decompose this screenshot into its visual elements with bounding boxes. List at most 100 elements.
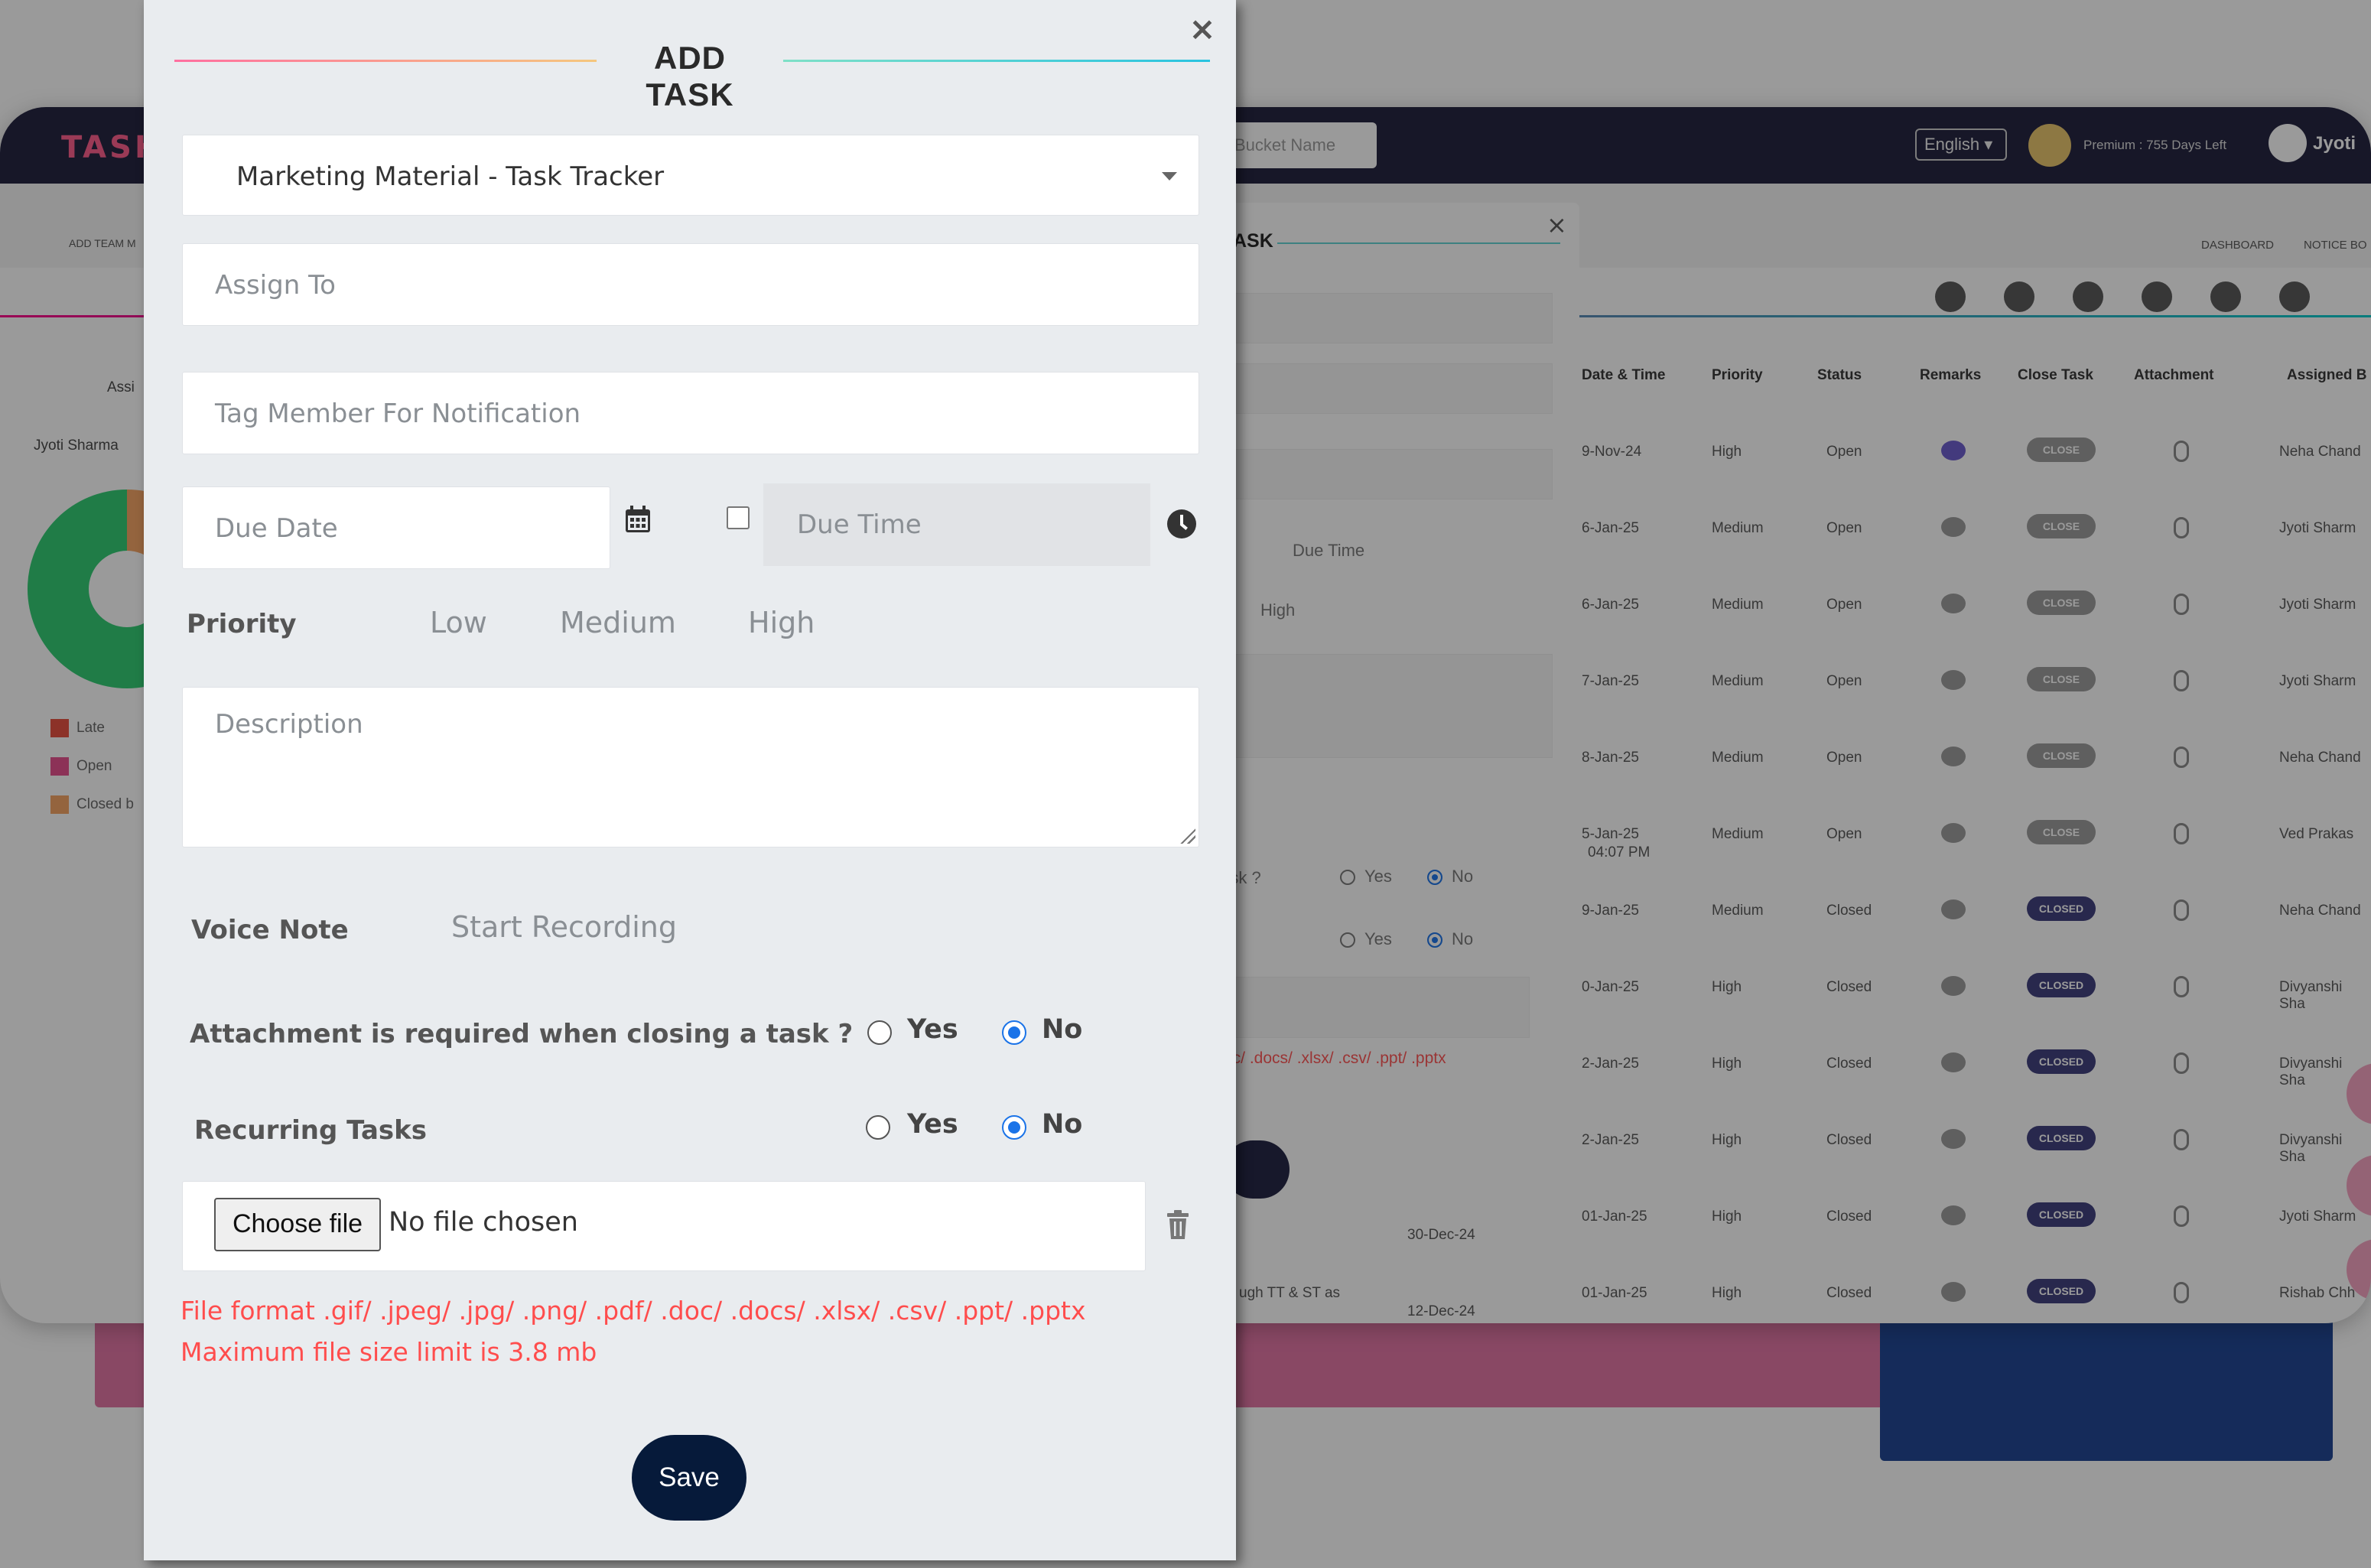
paperclip-icon[interactable] xyxy=(2174,1282,2189,1303)
due-date-input[interactable]: Due Date xyxy=(182,486,610,569)
dashboard-label[interactable]: DASHBOARD xyxy=(2201,239,2274,252)
close-task-button[interactable]: CLOSE xyxy=(2027,743,2096,768)
add-team-label[interactable]: ADD TEAM M xyxy=(69,237,136,249)
eye-icon[interactable] xyxy=(1935,281,1966,312)
tag-member-input[interactable]: Tag Member For Notification xyxy=(182,372,1199,454)
paperclip-icon[interactable] xyxy=(2174,594,2189,615)
user-avatar[interactable] xyxy=(2269,124,2307,162)
bg-priority-high: High xyxy=(1260,600,1296,620)
video-icon[interactable] xyxy=(2142,281,2172,312)
comment-icon[interactable] xyxy=(1941,517,1966,537)
paperclip-icon[interactable] xyxy=(2174,670,2189,691)
paperclip-icon[interactable] xyxy=(2174,517,2189,538)
recurring-yes-radio[interactable] xyxy=(866,1115,890,1140)
attachment-required-yes-label: Yes xyxy=(907,1014,958,1045)
paperclip-icon[interactable] xyxy=(2174,1205,2189,1227)
close-icon[interactable]: × xyxy=(1547,210,1567,239)
notice-board-icon[interactable] xyxy=(2279,281,2310,312)
paperclip-icon[interactable] xyxy=(2174,1129,2189,1150)
bg-description[interactable] xyxy=(1224,654,1553,758)
notice-board-label[interactable]: NOTICE BO xyxy=(2304,239,2367,252)
bg-due-time: Due Time xyxy=(1293,541,1365,560)
comment-icon[interactable] xyxy=(1941,899,1966,919)
close-task-button[interactable]: CLOSE xyxy=(2027,514,2096,538)
close-task-button[interactable]: CLOSED xyxy=(2027,1126,2096,1150)
paperclip-icon[interactable] xyxy=(2174,1052,2189,1074)
paperclip-icon[interactable] xyxy=(2174,747,2189,768)
choose-file-button[interactable]: Choose file xyxy=(214,1198,381,1251)
priority-option-high[interactable]: High xyxy=(748,606,815,639)
priority-option-low[interactable]: Low xyxy=(430,606,487,639)
calendar-icon[interactable] xyxy=(624,505,652,534)
close-task-button[interactable]: CLOSED xyxy=(2027,1049,2096,1074)
recurring-no-label: No xyxy=(1042,1109,1083,1140)
bg-input-field[interactable] xyxy=(1224,449,1553,499)
due-time-checkbox[interactable] xyxy=(727,506,750,529)
close-task-button[interactable]: CLOSED xyxy=(2027,1202,2096,1227)
bg-radio-yes[interactable] xyxy=(1340,870,1355,885)
close-task-button[interactable]: CLOSE xyxy=(2027,667,2096,691)
user-name[interactable]: Jyoti xyxy=(2313,133,2356,155)
comment-icon[interactable] xyxy=(1941,670,1966,690)
comment-icon[interactable] xyxy=(1941,1129,1966,1149)
close-task-button[interactable]: CLOSE xyxy=(2027,590,2096,615)
close-icon[interactable]: × xyxy=(1186,12,1219,46)
comment-icon[interactable] xyxy=(1941,1205,1966,1225)
project-select[interactable]: Marketing Material - Task Tracker xyxy=(182,135,1199,216)
comment-icon[interactable] xyxy=(1941,1052,1966,1072)
comment-icon[interactable] xyxy=(1941,976,1966,996)
bg-input-field[interactable] xyxy=(1224,363,1553,414)
bg-radio-no[interactable] xyxy=(1427,870,1442,885)
close-task-button[interactable]: CLOSED xyxy=(2027,1279,2096,1303)
recurring-tasks-question: Recurring Tasks xyxy=(194,1115,428,1146)
resize-handle[interactable] xyxy=(1179,827,1195,844)
edit-icon[interactable] xyxy=(2004,281,2034,312)
comment-icon[interactable] xyxy=(1941,594,1966,613)
due-time-input[interactable]: Due Time xyxy=(763,483,1150,566)
paperclip-icon[interactable] xyxy=(2174,976,2189,997)
bg-no: No xyxy=(1452,929,1474,948)
assign-to-input[interactable]: Assign To xyxy=(182,243,1199,326)
bell-icon[interactable] xyxy=(2073,281,2103,312)
recurring-no-radio[interactable] xyxy=(1002,1115,1026,1140)
paperclip-icon[interactable] xyxy=(2174,441,2189,462)
trash-icon[interactable] xyxy=(1166,1210,1190,1241)
close-task-button[interactable]: CLOSE xyxy=(2027,438,2096,462)
bg-radio-no[interactable] xyxy=(1427,932,1442,948)
priority-option-medium[interactable]: Medium xyxy=(560,606,676,639)
description-textarea[interactable]: Description xyxy=(182,687,1199,847)
bg-select-field[interactable] xyxy=(1224,293,1553,343)
close-task-button[interactable]: CLOSED xyxy=(2027,973,2096,997)
cell-assigned-by: Jyoti Sharm xyxy=(2279,597,2356,613)
clock-icon[interactable] xyxy=(1167,509,1196,538)
modal-title: ADD TASK xyxy=(646,40,734,112)
comment-icon[interactable] xyxy=(1941,1282,1966,1302)
dashboard-icon[interactable] xyxy=(2210,281,2241,312)
paperclip-icon[interactable] xyxy=(2174,823,2189,844)
attachment-required-yes-radio[interactable] xyxy=(867,1020,892,1045)
cell-status: Open xyxy=(1826,520,1862,536)
bg-radio-yes[interactable] xyxy=(1340,932,1355,948)
voice-note-label: Voice Note xyxy=(191,915,349,945)
bg-file-field[interactable] xyxy=(1224,977,1530,1038)
close-task-button[interactable]: CLOSE xyxy=(2027,820,2096,844)
bg-dialog-title-line xyxy=(1277,242,1560,244)
start-recording-button[interactable]: Start Recording xyxy=(451,910,677,944)
paperclip-icon[interactable] xyxy=(2174,899,2189,921)
close-task-button[interactable]: CLOSED xyxy=(2027,896,2096,921)
attachment-required-no-label: No xyxy=(1042,1014,1083,1045)
cell-priority: High xyxy=(1712,1209,1742,1225)
cell-priority: High xyxy=(1712,1132,1742,1148)
bucket-name-input[interactable]: Bucket Name xyxy=(1224,122,1377,168)
comment-icon[interactable] xyxy=(1941,823,1966,843)
comment-icon[interactable] xyxy=(1941,747,1966,766)
cell-status: Closed xyxy=(1826,979,1872,995)
cell-priority: Medium xyxy=(1712,903,1764,919)
cell-status: Closed xyxy=(1826,1056,1872,1072)
comment-icon[interactable] xyxy=(1941,441,1966,460)
language-select[interactable]: English ▾ xyxy=(1915,128,2007,161)
description-placeholder: Description xyxy=(215,709,363,740)
cell-assigned-by: Neha Chand xyxy=(2279,750,2361,766)
save-button[interactable]: Save xyxy=(632,1435,746,1521)
attachment-required-no-radio[interactable] xyxy=(1002,1020,1026,1045)
